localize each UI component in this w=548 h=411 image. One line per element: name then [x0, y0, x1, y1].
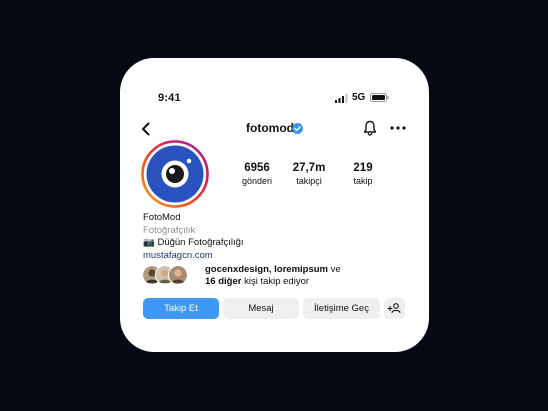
stat-posts[interactable]: 6956 gönderi [232, 162, 282, 186]
back-arrow-icon[interactable] [140, 122, 152, 136]
profile-name: FotoMod [143, 212, 181, 223]
follower-avatar [168, 265, 188, 285]
stat-posts-label: gönderi [241, 176, 273, 186]
stat-followers-value: 27,7m [292, 162, 326, 174]
profile-header: fotomod [120, 120, 429, 138]
followed-by-text: gocenxdesign, loremipsum ve 16 diğer kiş… [205, 264, 341, 288]
bell-icon[interactable] [363, 120, 377, 136]
avatar[interactable] [141, 140, 209, 208]
followed-by[interactable]: gocenxdesign, loremipsum ve 16 diğer kiş… [142, 264, 412, 288]
followed-by-others: 16 diğer [205, 276, 242, 287]
network-label: 5G [352, 92, 366, 103]
bio-link[interactable]: mustafagcn.com [143, 250, 244, 263]
followed-by-names: gocenxdesign, loremipsum [205, 264, 328, 275]
followed-by-connector: ve [328, 264, 341, 275]
followed-by-suffix: kişi takip ediyor [241, 276, 310, 287]
add-person-icon [387, 303, 401, 314]
battery-icon [370, 93, 389, 102]
follow-button[interactable]: Takip Et [143, 298, 219, 319]
stat-following-label: takip [353, 176, 373, 186]
stat-followers-label: takipçi [296, 176, 322, 186]
stat-following[interactable]: 219 takip [338, 162, 388, 186]
stat-followers[interactable]: 27,7m takipçi [284, 162, 334, 186]
bio-section: FotoMod Fotoğrafçılık 📷 Düğün Fotoğrafçı… [143, 212, 244, 262]
stat-following-value: 219 [353, 162, 373, 174]
status-bar: 9:41 5G [120, 92, 429, 106]
profile-card: 9:41 5G fotomod 6956 gönderi 27,7m takip… [120, 58, 429, 352]
verified-badge-icon [292, 123, 303, 134]
suggest-people-button[interactable] [384, 298, 405, 319]
stat-posts-value: 6956 [244, 162, 270, 174]
more-options-icon[interactable] [390, 126, 406, 130]
signal-icon [335, 94, 348, 103]
bio-text: 📷 Düğün Fotoğrafçılığı [143, 237, 244, 248]
message-button[interactable]: Mesaj [223, 298, 299, 319]
status-time: 9:41 [158, 92, 181, 104]
profile-username: fotomod [246, 121, 294, 135]
profile-category: Fotoğrafçılık [143, 224, 196, 236]
contact-button[interactable]: İletişime Geç [303, 298, 380, 319]
